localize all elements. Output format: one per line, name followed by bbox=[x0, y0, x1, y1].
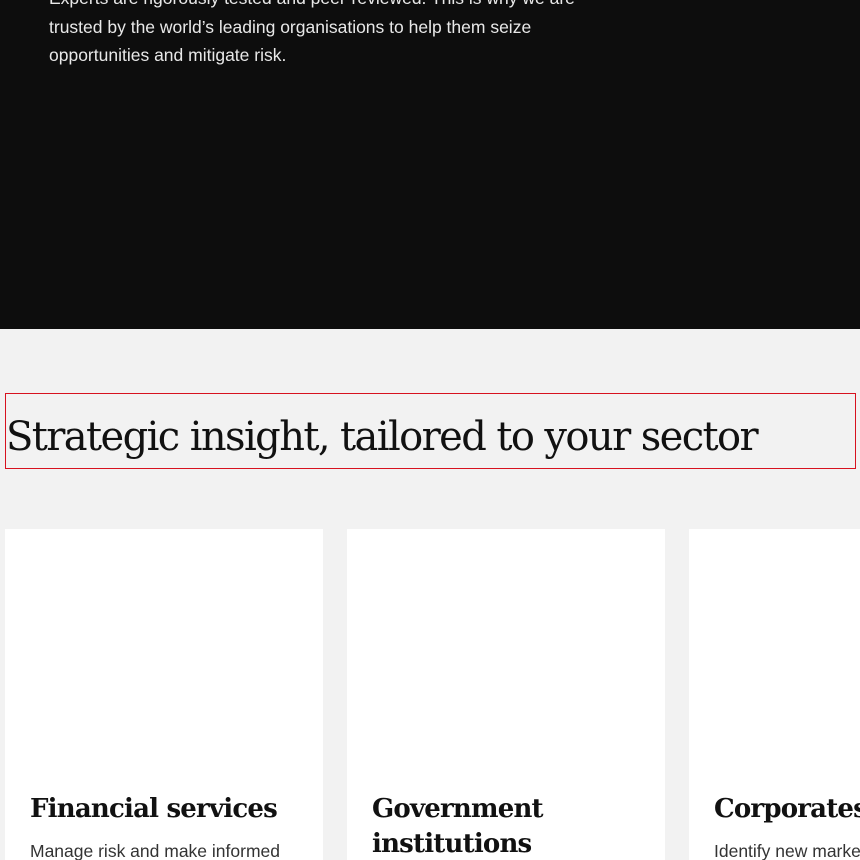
page: Experts are rigorously tested and peer-r… bbox=[0, 0, 860, 860]
hero-body-line: opportunities and mitigate risk. bbox=[49, 45, 287, 65]
sector-section: Strategic insight, tailored to your sect… bbox=[0, 329, 860, 860]
card-description: Identify new markets bbox=[714, 841, 860, 860]
hero-body-line: Experts are rigorously tested and peer-r… bbox=[49, 0, 575, 13]
section-heading: Strategic insight, tailored to your sect… bbox=[6, 414, 759, 460]
hero-section: Experts are rigorously tested and peer-r… bbox=[0, 0, 860, 329]
card-image bbox=[689, 529, 860, 769]
hero-body-line: trusted by the world’s leading organisat… bbox=[49, 16, 532, 37]
sector-cards: Financial services Manage risk and make … bbox=[5, 529, 860, 860]
card-description: Manage risk and make informed bbox=[30, 841, 280, 860]
card-title: Corporates bbox=[714, 794, 860, 824]
card-title: Government institutions bbox=[372, 794, 544, 859]
card-image bbox=[5, 529, 323, 769]
sector-card-financial-services[interactable]: Financial services Manage risk and make … bbox=[5, 529, 323, 860]
sector-card-government-institutions[interactable]: Government institutions bbox=[347, 529, 665, 860]
hero-body-text: Experts are rigorously tested and peer-r… bbox=[49, 0, 575, 70]
card-title: Financial services bbox=[30, 794, 278, 824]
sector-card-corporates[interactable]: Corporates Identify new markets bbox=[689, 529, 860, 860]
card-image bbox=[347, 529, 665, 769]
